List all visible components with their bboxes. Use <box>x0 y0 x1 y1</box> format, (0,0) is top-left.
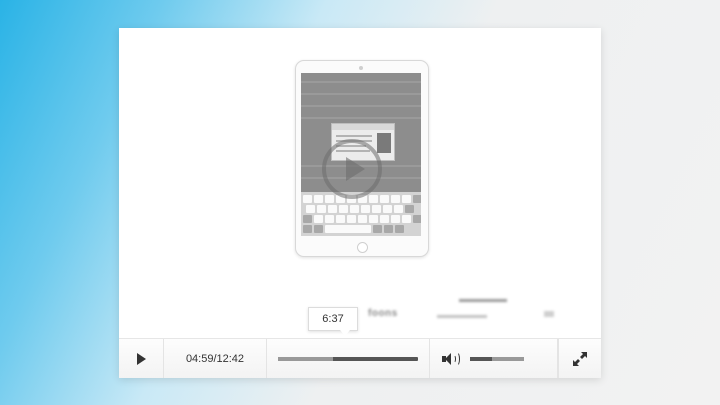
volume-control <box>430 339 558 378</box>
progress-track[interactable] <box>278 357 418 361</box>
video-viewport[interactable]: foons <box>119 28 601 338</box>
play-icon <box>136 352 146 365</box>
volume-icon[interactable] <box>442 351 462 366</box>
control-bar: 04:59/12:42 <box>119 338 601 378</box>
play-button[interactable] <box>119 339 164 378</box>
fullscreen-icon <box>573 351 587 366</box>
volume-slider[interactable] <box>470 356 524 361</box>
blurred-artifact <box>459 299 507 302</box>
tablet-camera <box>359 66 363 70</box>
blurred-artifact <box>437 315 487 318</box>
progress-bar[interactable] <box>267 339 430 378</box>
blurred-artifact <box>544 311 554 317</box>
seek-time-tooltip: 6:37 <box>308 307 358 336</box>
progress-played <box>278 357 333 361</box>
volume-level <box>470 356 493 361</box>
tablet-home-button <box>357 242 368 253</box>
onscreen-keyboard <box>301 192 421 236</box>
play-circle-icon[interactable] <box>322 139 382 199</box>
blurred-artifact: foons <box>368 308 398 319</box>
video-player: foons 6:37 04:59/12:42 <box>119 28 601 378</box>
fullscreen-button[interactable] <box>558 339 601 378</box>
time-display: 04:59/12:42 <box>164 339 267 378</box>
